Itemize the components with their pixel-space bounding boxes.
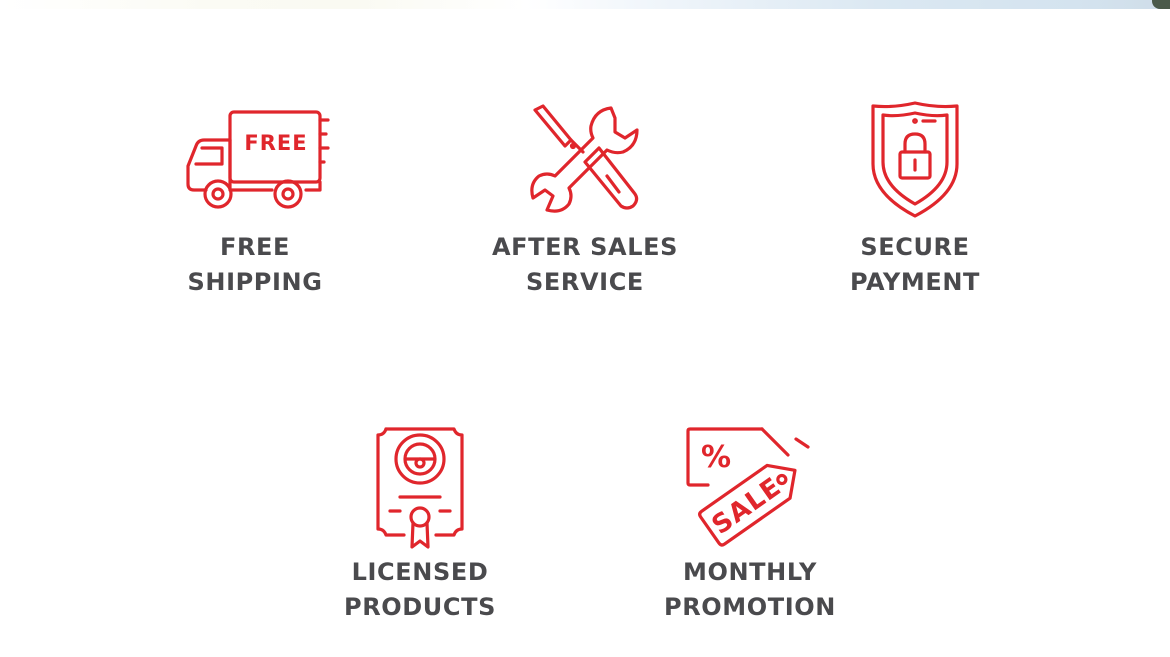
feature-monthly-promotion: % SALE MONTHLY PROMOTION <box>650 425 850 625</box>
feature-label-line2: SHIPPING <box>187 268 323 296</box>
feature-label-line1: SECURE <box>860 233 970 261</box>
features-section: FREE FREE SHIPPING AFTER SALES SERVICE S… <box>0 0 1170 657</box>
feature-secure-payment: SECURE PAYMENT <box>820 100 1010 300</box>
feature-label: FREE SHIPPING <box>188 230 323 300</box>
feature-label-line2: PROMOTION <box>664 593 836 621</box>
feature-licensed-products: LICENSED PRODUCTS <box>320 425 520 625</box>
feature-label-line1: MONTHLY <box>683 558 817 586</box>
feature-free-shipping: FREE FREE SHIPPING <box>150 100 360 300</box>
sale-tag-icon: % SALE <box>680 425 820 560</box>
feature-label: AFTER SALES SERVICE <box>492 230 678 300</box>
feature-label-line1: AFTER SALES <box>491 233 678 261</box>
certificate-icon <box>370 425 470 560</box>
feature-label-line1: FREE <box>219 233 291 261</box>
delivery-truck-icon: FREE <box>180 100 330 215</box>
sale-badge-text: SALE <box>707 472 787 541</box>
feature-after-sales-service: AFTER SALES SERVICE <box>475 100 695 300</box>
wrench-screwdriver-icon <box>525 100 645 225</box>
feature-label-line2: SERVICE <box>526 268 644 296</box>
feature-label: MONTHLY PROMOTION <box>664 555 836 625</box>
banner-corner-decoration <box>1152 0 1170 9</box>
feature-label-line2: PAYMENT <box>850 268 980 296</box>
tag-symbol-text: % <box>701 440 731 475</box>
feature-label-line2: PRODUCTS <box>344 593 496 621</box>
shield-lock-icon <box>865 100 965 225</box>
banner-edge-decoration <box>0 0 1170 9</box>
feature-label: SECURE PAYMENT <box>850 230 980 300</box>
feature-label-line1: LICENSED <box>351 558 489 586</box>
feature-label: LICENSED PRODUCTS <box>344 555 496 625</box>
truck-badge-text: FREE <box>244 131 307 155</box>
